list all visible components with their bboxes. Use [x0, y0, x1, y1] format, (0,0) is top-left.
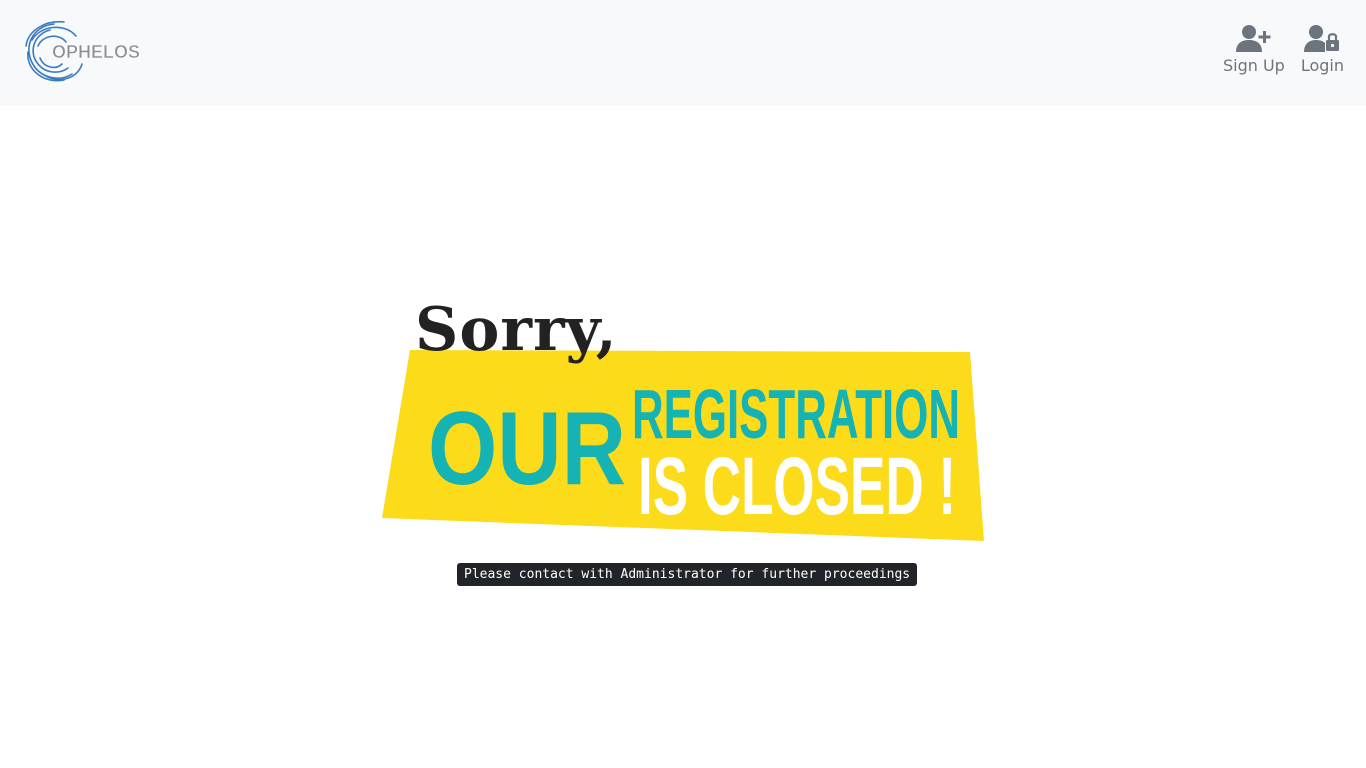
signup-link[interactable]: Sign Up [1223, 22, 1285, 76]
signup-label: Sign Up [1222, 56, 1285, 75]
registration-closed-banner: Sorry, OUR REGISTRATION IS CLOSED ! [380, 288, 990, 548]
user-lock-icon [1302, 22, 1342, 54]
is-closed-text: IS CLOSED ! [638, 441, 956, 532]
nav-links: Sign Up Login [1223, 22, 1344, 76]
login-link[interactable]: Login [1301, 22, 1344, 76]
login-label: Login [1300, 56, 1344, 75]
swirl-logo-icon: OPHELOS [25, 21, 140, 82]
brand-logo[interactable]: OPHELOS [20, 18, 152, 86]
logo-text: OPHELOS [52, 42, 140, 62]
our-text: OUR [428, 391, 626, 507]
navbar: OPHELOS Sign Up Login [0, 0, 1366, 106]
sorry-text: Sorry, [415, 295, 618, 365]
user-plus-icon [1234, 22, 1274, 54]
contact-admin-notice: Please contact with Administrator for fu… [457, 563, 918, 586]
